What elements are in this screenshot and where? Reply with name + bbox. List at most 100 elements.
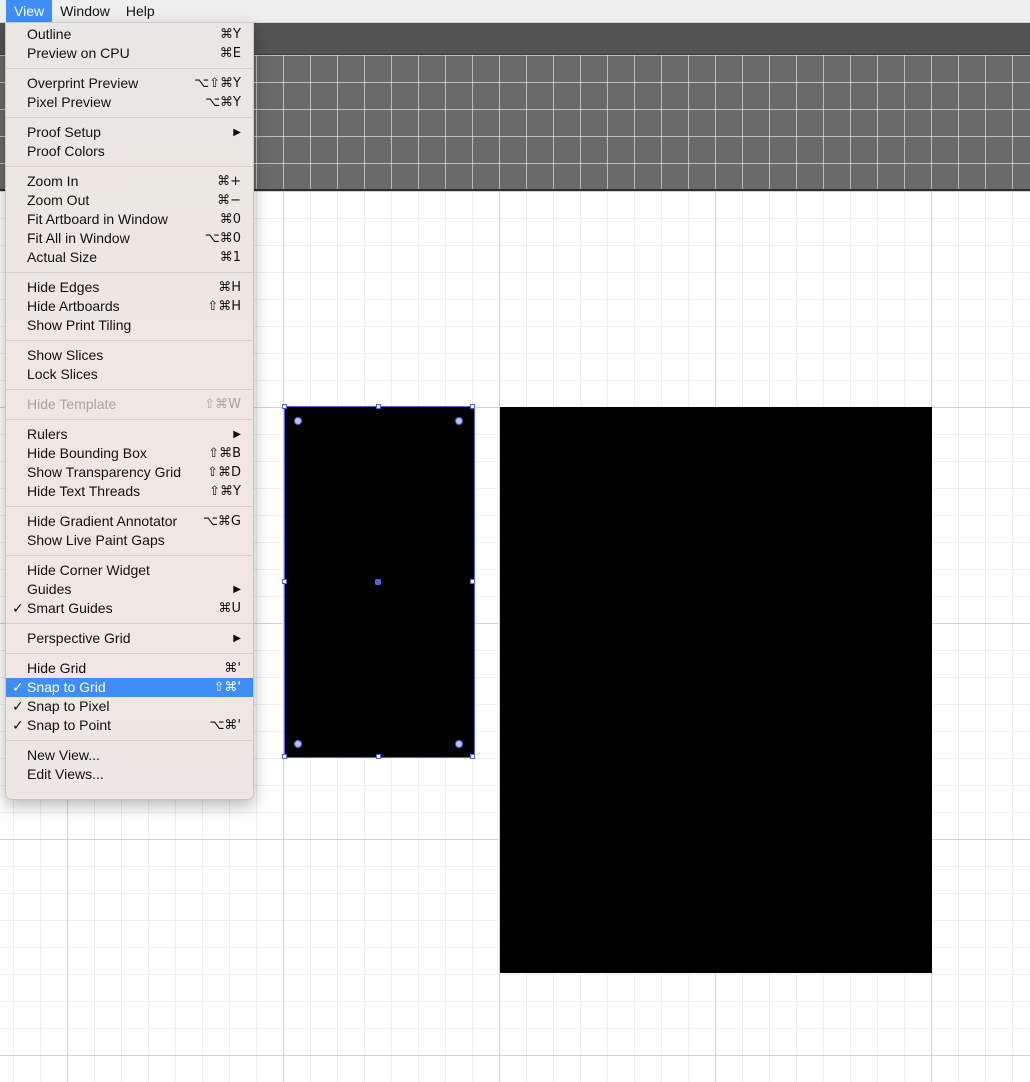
menu-item-show-transparency-grid[interactable]: Show Transparency Grid ⇧⌘D bbox=[6, 463, 253, 482]
menu-item-shortcut: ⌘U bbox=[218, 601, 241, 616]
menu-item-label: Rulers bbox=[27, 426, 68, 442]
corner-widget-bottom-left[interactable] bbox=[294, 740, 302, 748]
menu-item-show-slices[interactable]: Show Slices bbox=[6, 346, 253, 365]
menu-item-shortcut: ⇧⌘H bbox=[207, 299, 241, 314]
bounding-handle-bottom-left[interactable] bbox=[282, 754, 287, 759]
menu-item-new-view[interactable]: New View... bbox=[6, 746, 253, 765]
menu-separator bbox=[6, 653, 253, 654]
menu-separator bbox=[6, 272, 253, 273]
submenu-arrow-icon: ▶ bbox=[233, 127, 241, 138]
menu-item-snap-to-point[interactable]: ✓ Snap to Point ⌥⌘' bbox=[6, 716, 253, 735]
menu-item-label: Snap to Point bbox=[27, 717, 112, 733]
menu-item-lock-slices[interactable]: Lock Slices bbox=[6, 365, 253, 384]
menu-separator bbox=[6, 389, 253, 390]
menu-item-rulers[interactable]: Rulers ▶ bbox=[6, 425, 253, 444]
menu-item-shortcut: ⌥⌘0 bbox=[204, 231, 241, 246]
corner-widget-bottom-right[interactable] bbox=[455, 740, 463, 748]
menu-item-hide-artboards[interactable]: Hide Artboards ⇧⌘H bbox=[6, 297, 253, 316]
menu-item-proof-colors[interactable]: Proof Colors bbox=[6, 142, 253, 161]
menu-item-shortcut: ⌘Y bbox=[220, 27, 241, 42]
menu-item-label: Hide Edges bbox=[27, 279, 100, 295]
menu-item-preview-on-cpu[interactable]: Preview on CPU ⌘E bbox=[6, 44, 253, 63]
menu-item-zoom-in[interactable]: Zoom In ⌘+ bbox=[6, 172, 253, 191]
menu-item-shortcut: ⌘E bbox=[219, 46, 241, 61]
bounding-handle-middle-right[interactable] bbox=[470, 579, 475, 584]
bounding-handle-top-left[interactable] bbox=[282, 404, 287, 409]
menu-item-label: Proof Setup bbox=[27, 124, 101, 140]
menu-item-label: Outline bbox=[27, 26, 72, 42]
menu-item-fit-all-in-window[interactable]: Fit All in Window ⌥⌘0 bbox=[6, 229, 253, 248]
menu-item-hide-grid[interactable]: Hide Grid ⌘' bbox=[6, 659, 253, 678]
menu-bar: View Window Help bbox=[0, 0, 1030, 23]
menu-item-pixel-preview[interactable]: Pixel Preview ⌥⌘Y bbox=[6, 93, 253, 112]
menu-item-hide-gradient-annotator[interactable]: Hide Gradient Annotator ⌥⌘G bbox=[6, 512, 253, 531]
menubar-view[interactable]: View bbox=[6, 0, 53, 22]
menu-item-hide-text-threads[interactable]: Hide Text Threads ⇧⌘Y bbox=[6, 482, 253, 501]
menu-item-label: Show Slices bbox=[27, 347, 104, 363]
menu-item-label: Snap to Pixel bbox=[27, 698, 110, 714]
menu-item-hide-bounding-box[interactable]: Hide Bounding Box ⇧⌘B bbox=[6, 444, 253, 463]
menu-item-label: Hide Artboards bbox=[27, 298, 120, 314]
menu-item-label: Preview on CPU bbox=[27, 45, 130, 61]
menu-item-label: Actual Size bbox=[27, 249, 98, 265]
submenu-arrow-icon: ▶ bbox=[233, 429, 241, 440]
menu-item-snap-to-grid[interactable]: ✓ Snap to Grid ⇧⌘' bbox=[6, 678, 253, 697]
menu-item-label: Smart Guides bbox=[27, 600, 113, 616]
menu-item-hide-corner-widget[interactable]: Hide Corner Widget bbox=[6, 561, 253, 580]
menu-item-overprint-preview[interactable]: Overprint Preview ⌥⇧⌘Y bbox=[6, 74, 253, 93]
menu-separator bbox=[6, 340, 253, 341]
view-menu-dropdown: Outline ⌘Y Preview on CPU ⌘E Overprint Previ… bbox=[5, 23, 254, 800]
menu-item-shortcut: ⌘1 bbox=[219, 250, 241, 265]
large-rectangle[interactable] bbox=[500, 407, 932, 973]
menu-item-perspective-grid[interactable]: Perspective Grid ▶ bbox=[6, 629, 253, 648]
menu-item-hide-template: Hide Template ⇧⌘W bbox=[6, 395, 253, 414]
menu-item-label: Hide Grid bbox=[27, 660, 87, 676]
menu-separator bbox=[6, 419, 253, 420]
bounding-handle-bottom-center[interactable] bbox=[376, 754, 381, 759]
menu-separator bbox=[6, 506, 253, 507]
menu-item-label: Hide Bounding Box bbox=[27, 445, 147, 461]
checkmark-icon: ✓ bbox=[12, 600, 24, 616]
menu-item-label: Perspective Grid bbox=[27, 630, 131, 646]
menu-item-label: Lock Slices bbox=[27, 366, 98, 382]
corner-widget-top-right[interactable] bbox=[455, 417, 463, 425]
menu-item-outline[interactable]: Outline ⌘Y bbox=[6, 25, 253, 44]
bounding-handle-bottom-right[interactable] bbox=[470, 754, 475, 759]
bounding-handle-middle-left[interactable] bbox=[282, 579, 287, 584]
center-point[interactable] bbox=[375, 579, 381, 585]
menu-item-snap-to-pixel[interactable]: ✓ Snap to Pixel bbox=[6, 697, 253, 716]
menu-item-zoom-out[interactable]: Zoom Out ⌘− bbox=[6, 191, 253, 210]
menu-separator bbox=[6, 117, 253, 118]
menu-item-label: Snap to Grid bbox=[27, 679, 106, 695]
menubar-window[interactable]: Window bbox=[52, 0, 118, 22]
menu-item-label: Hide Gradient Annotator bbox=[27, 513, 178, 529]
menu-item-shortcut: ⇧⌘W bbox=[204, 397, 241, 412]
menu-separator bbox=[6, 555, 253, 556]
menu-item-shortcut: ⌥⌘Y bbox=[205, 95, 241, 110]
bounding-handle-top-right[interactable] bbox=[470, 404, 475, 409]
menu-item-hide-edges[interactable]: Hide Edges ⌘H bbox=[6, 278, 253, 297]
menu-item-label: Zoom In bbox=[27, 173, 79, 189]
submenu-arrow-icon: ▶ bbox=[233, 633, 241, 644]
menu-separator bbox=[6, 166, 253, 167]
menu-item-shortcut: ⌥⌘G bbox=[202, 514, 241, 529]
menu-item-shortcut: ⇧⌘B bbox=[208, 446, 241, 461]
menu-item-shortcut: ⌘− bbox=[217, 193, 241, 208]
menu-item-smart-guides[interactable]: ✓ Smart Guides ⌘U bbox=[6, 599, 253, 618]
menu-item-shortcut: ⇧⌘' bbox=[213, 680, 241, 695]
corner-widget-top-left[interactable] bbox=[294, 417, 302, 425]
menu-item-show-print-tiling[interactable]: Show Print Tiling bbox=[6, 316, 253, 335]
menu-item-label: Show Print Tiling bbox=[27, 317, 132, 333]
menu-item-guides[interactable]: Guides ▶ bbox=[6, 580, 253, 599]
menu-item-show-live-paint-gaps[interactable]: Show Live Paint Gaps bbox=[6, 531, 253, 550]
menubar-help[interactable]: Help bbox=[118, 0, 163, 22]
menu-separator bbox=[6, 68, 253, 69]
menu-item-edit-views[interactable]: Edit Views... bbox=[6, 765, 253, 784]
menu-item-fit-artboard-in-window[interactable]: Fit Artboard in Window ⌘0 bbox=[6, 210, 253, 229]
menu-item-label: Edit Views... bbox=[27, 766, 104, 782]
menu-item-proof-setup[interactable]: Proof Setup ▶ bbox=[6, 123, 253, 142]
menu-item-actual-size[interactable]: Actual Size ⌘1 bbox=[6, 248, 253, 267]
menu-item-shortcut: ⇧⌘Y bbox=[209, 484, 241, 499]
bounding-handle-top-center[interactable] bbox=[376, 404, 381, 409]
checkmark-icon: ✓ bbox=[12, 698, 24, 714]
